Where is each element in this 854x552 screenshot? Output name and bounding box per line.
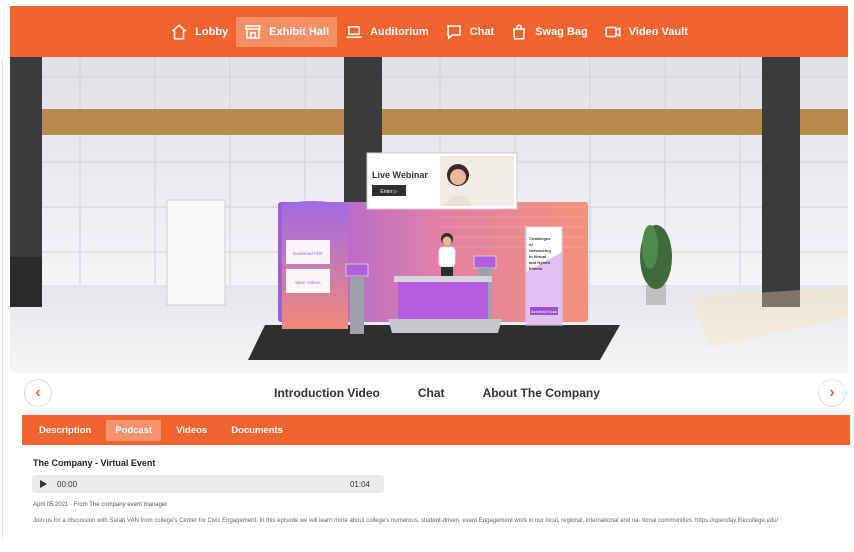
webinar-enter-label[interactable]: Enter ▷ — [380, 189, 397, 195]
current-time: 00:00 — [57, 479, 78, 489]
banner-line: Events — [529, 266, 543, 271]
banner-line: Challenges — [529, 236, 551, 241]
content-tabs: Description Podcast Videos Documents — [22, 415, 850, 445]
episode-title: The Company - Virtual Event — [33, 458, 156, 468]
podcast-panel: The Company - Virtual Event 00:00 01:04 … — [22, 445, 850, 545]
duration: 01:04 — [349, 479, 370, 489]
nav-item-video-vault[interactable]: Video Vault — [596, 17, 696, 47]
top-navigation: Lobby Exhibit Hall Auditorium Chat Swag … — [10, 6, 848, 57]
storefront-icon — [245, 24, 261, 39]
video-camera-icon — [605, 26, 621, 37]
nav-item-lobby[interactable]: Lobby — [162, 17, 236, 47]
banner-line: and Hybrid — [529, 260, 550, 265]
episode-description: Join us for a discussion with Sarah VAN … — [33, 518, 779, 524]
left-dotted-border — [2, 60, 4, 540]
banner-line: Networking — [529, 248, 551, 253]
nav-item-swag-bag[interactable]: Swag Bag — [502, 17, 596, 47]
nav-label: Chat — [469, 25, 495, 38]
tab-introduction-video[interactable]: Introduction Video — [274, 386, 380, 400]
nav-label: Auditorium — [370, 25, 429, 38]
play-icon[interactable] — [40, 480, 47, 488]
audio-player: 00:00 01:04 — [32, 475, 384, 493]
tab-about-the-company[interactable]: About The Company — [483, 386, 600, 400]
banner-line: of — [529, 242, 533, 247]
chevron-right-icon: › — [829, 384, 835, 401]
tab-documents[interactable]: Documents — [222, 420, 292, 441]
app-frame: Lobby Exhibit Hall Auditorium Chat Swag … — [0, 0, 854, 552]
live-webinar-title: Live Webinar — [372, 170, 428, 180]
home-icon — [171, 23, 187, 39]
booth-section-tabs: Introduction Video Chat About The Compan… — [72, 376, 802, 409]
nav-label: Exhibit Hall — [269, 25, 330, 38]
nav-item-chat[interactable]: Chat — [437, 17, 502, 47]
next-arrow-button[interactable]: › — [818, 379, 846, 407]
booth-illustration: Download PDF More Videos Live Webinar En… — [10, 57, 848, 373]
nav-item-auditorium[interactable]: Auditorium — [337, 17, 437, 47]
nav-item-exhibit-hall[interactable]: Exhibit Hall — [236, 16, 338, 47]
more-videos-label[interactable]: More Videos — [295, 280, 321, 285]
download-pdf-label[interactable]: Download PDF — [293, 251, 324, 256]
tab-videos[interactable]: Videos — [167, 420, 216, 441]
banner-line: in Virtual — [529, 254, 546, 259]
laptop-icon — [346, 25, 362, 38]
nav-label: Swag Bag — [535, 25, 588, 38]
nav-label: Lobby — [195, 25, 229, 38]
shopping-bag-icon — [513, 24, 526, 39]
download-ebook-label[interactable]: Download Ebook — [531, 310, 558, 314]
previous-arrow-button[interactable]: ‹ — [24, 379, 52, 407]
tab-podcast[interactable]: Podcast — [106, 419, 162, 441]
chevron-left-icon: ‹ — [35, 384, 41, 401]
exhibit-booth-scene: Download PDF More Videos Live Webinar En… — [10, 57, 848, 373]
tab-chat[interactable]: Chat — [418, 386, 445, 400]
tab-description[interactable]: Description — [30, 420, 100, 441]
nav-label: Video Vault — [628, 25, 688, 38]
chat-bubble-icon — [446, 24, 461, 40]
episode-meta: April 05 2021 · From The company event m… — [33, 502, 168, 508]
